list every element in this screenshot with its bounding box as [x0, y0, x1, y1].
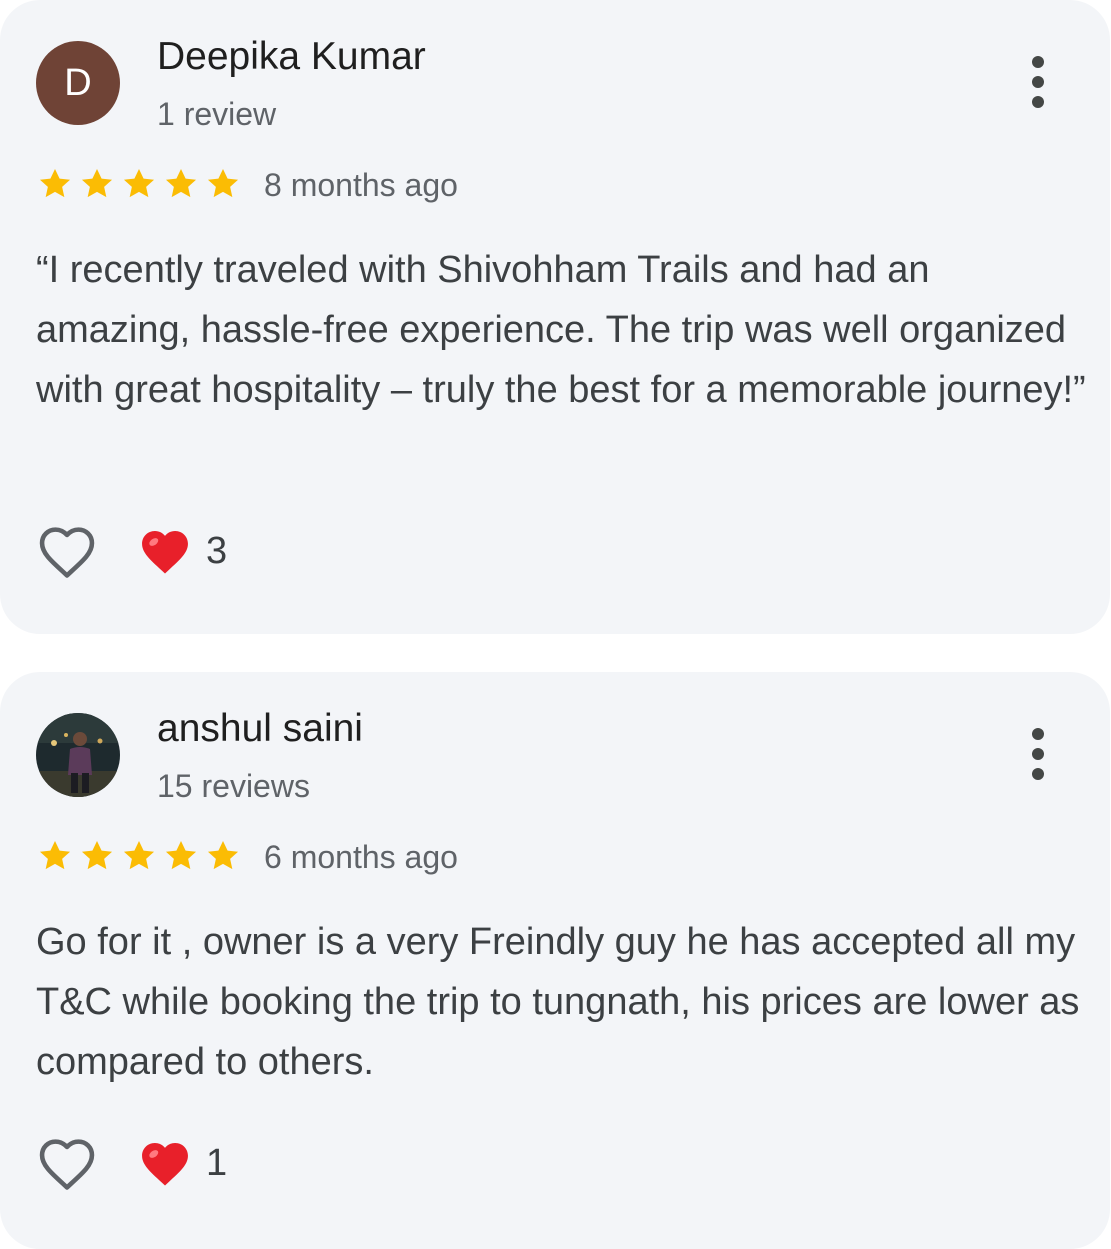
more-vert-dot: [1032, 748, 1044, 760]
more-vert-icon: [1032, 728, 1044, 740]
reaction-count: 1: [206, 1141, 228, 1184]
reaction-summary[interactable]: 1: [138, 1138, 227, 1188]
star-icon: [39, 168, 71, 198]
more-vert-dot: [1032, 768, 1044, 780]
star-icon: [39, 840, 71, 870]
review-text: Go for it , owner is a very Freindly guy…: [36, 921, 1080, 1083]
review-actions: 1: [36, 1133, 227, 1193]
review-card: anshul saini 15 reviews 6 months ago Go …: [0, 672, 1110, 1249]
more-vert-dot: [1032, 96, 1044, 108]
star-icon: [207, 840, 239, 870]
star-icon: [207, 168, 239, 198]
avatar-photo: [36, 713, 120, 797]
star-rating: [36, 164, 246, 204]
review-actions: 3: [36, 521, 227, 581]
red-heart-emoji-icon: [142, 530, 188, 574]
more-options-button[interactable]: [1018, 52, 1058, 112]
review-time: 6 months ago: [264, 839, 458, 875]
more-vert-dot: [1032, 76, 1044, 88]
star-icon: [81, 840, 113, 870]
review-time: 8 months ago: [264, 167, 458, 203]
star-icon: [123, 840, 155, 870]
more-vert-icon: [1032, 56, 1044, 68]
red-heart-emoji-icon: [142, 1142, 188, 1186]
avatar[interactable]: [36, 713, 120, 797]
like-button[interactable]: [36, 1134, 98, 1192]
star-icon: [123, 168, 155, 198]
like-button[interactable]: [36, 522, 98, 580]
review-text: “I recently traveled with Shivohham Trai…: [36, 249, 1086, 411]
star-icon: [165, 168, 197, 198]
reviewer-name[interactable]: anshul saini: [157, 706, 363, 752]
review-card: D Deepika Kumar 1 review 8 months ago “I…: [0, 0, 1110, 634]
avatar-letter: D: [64, 61, 92, 104]
heart-outline-icon: [39, 1139, 95, 1190]
star-icon: [81, 168, 113, 198]
more-options-button[interactable]: [1018, 724, 1058, 784]
reviewer-review-count: 1 review: [157, 96, 277, 132]
reaction-summary[interactable]: 3: [138, 526, 227, 576]
reviewer-name[interactable]: Deepika Kumar: [157, 34, 426, 80]
reviewer-review-count: 15 reviews: [157, 768, 310, 804]
reaction-count: 3: [206, 529, 228, 572]
avatar[interactable]: D: [36, 41, 120, 125]
star-rating: [36, 836, 246, 876]
star-icon: [165, 840, 197, 870]
heart-outline-icon: [39, 527, 95, 578]
